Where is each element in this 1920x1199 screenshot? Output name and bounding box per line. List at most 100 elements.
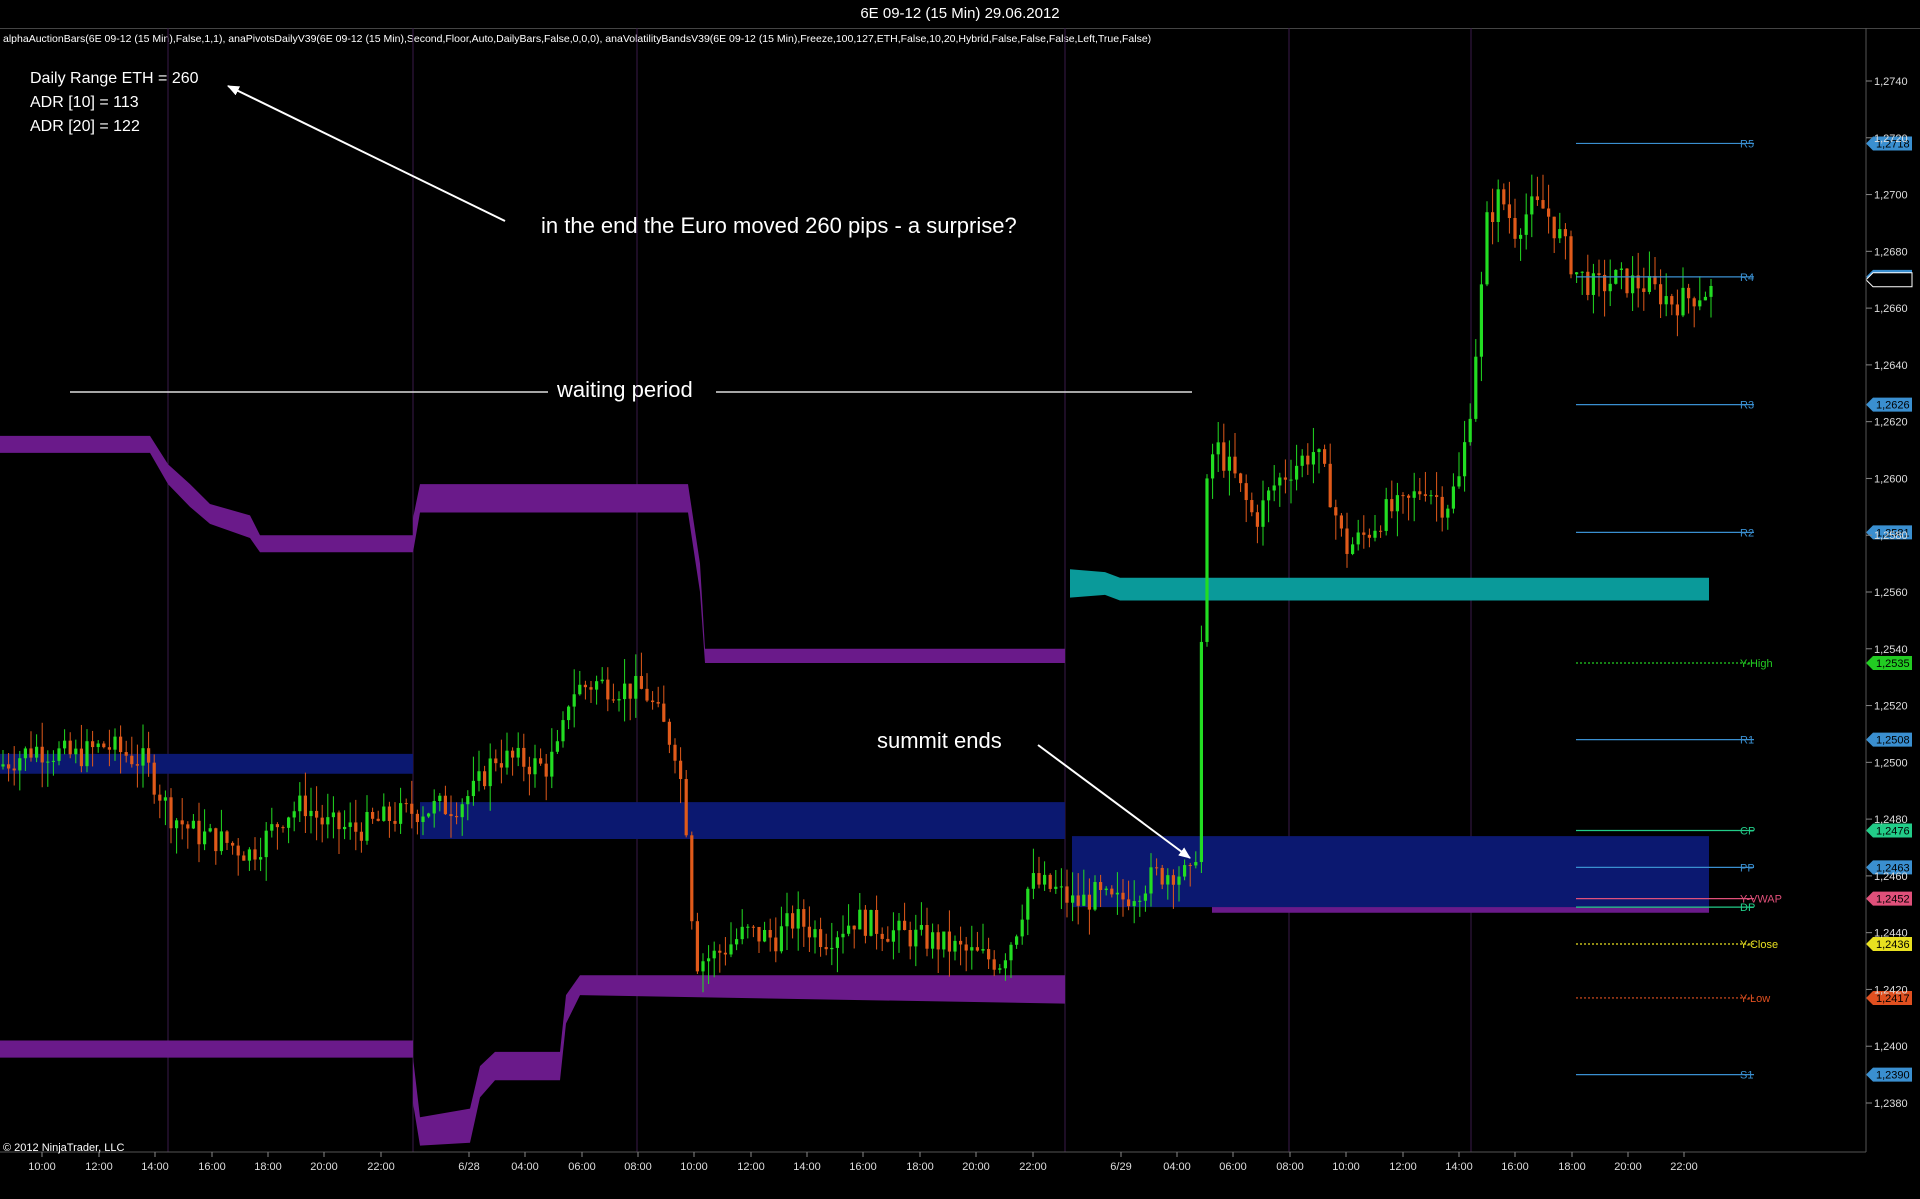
candle-body	[432, 801, 436, 814]
candle-body	[141, 748, 145, 766]
candle-body	[1479, 284, 1483, 357]
upper-band-day1	[0, 435, 413, 553]
price-tick-label: 1,2620	[1874, 417, 1908, 429]
candle-body	[163, 797, 167, 801]
time-tick-label: 14:00	[1445, 1161, 1473, 1173]
pivot-label-r2: R2	[1740, 527, 1754, 539]
candle-body	[1194, 862, 1198, 866]
candle-body	[1586, 271, 1590, 295]
pivot-label-pp: PP	[1740, 862, 1755, 874]
candle-body	[1373, 530, 1377, 538]
surprise-arrow	[227, 85, 506, 222]
candle-body	[1563, 229, 1567, 237]
candle-body	[852, 925, 856, 930]
navy-band-day1	[0, 753, 413, 774]
candle-body	[1608, 283, 1612, 292]
candle-body	[264, 830, 268, 858]
price-tag-label: 1,2535	[1876, 658, 1910, 670]
price-tick-label: 1,2420	[1874, 984, 1908, 996]
candle-body	[1071, 895, 1075, 903]
candle-body	[1575, 272, 1579, 275]
waiting-period-annotation: waiting period	[557, 377, 693, 402]
candle-body	[253, 849, 257, 860]
summit-ends-annotation: summit ends	[877, 728, 1002, 753]
window-titlebar: 6E 09-12 (15 Min) 29.06.2012	[0, 0, 1920, 29]
candle-body	[1664, 296, 1668, 305]
price-tick-label: 1,2440	[1874, 928, 1908, 940]
price-chart[interactable]: R51,2718R41,2670R31,2626R21,2581Y-High1,…	[0, 28, 1920, 1199]
candle-body	[315, 810, 319, 818]
candle-body	[947, 931, 951, 952]
price-tick-label: 1,2560	[1874, 587, 1908, 599]
candle-body	[348, 822, 352, 827]
candle-body	[1211, 454, 1215, 479]
price-tick-label: 1,2380	[1874, 1098, 1908, 1110]
candle-body	[197, 820, 201, 845]
candle-body	[1166, 875, 1170, 885]
candle-body	[735, 939, 739, 945]
time-tick-label: 22:00	[1670, 1161, 1698, 1173]
candle-body	[393, 821, 397, 824]
candle-body	[1015, 936, 1019, 945]
candle-body	[1160, 867, 1164, 885]
candle-body	[1390, 499, 1394, 512]
candle-body	[1317, 449, 1321, 453]
candle-body	[455, 816, 459, 818]
time-tick-label: 18:00	[1558, 1161, 1586, 1173]
candle-body	[236, 845, 240, 856]
candle-body	[1, 764, 5, 767]
candle-body	[449, 814, 453, 817]
candle-body	[180, 820, 184, 825]
time-tick-label: 12:00	[1389, 1161, 1417, 1173]
candle-body	[953, 940, 957, 952]
candle-body	[1513, 218, 1517, 239]
annotation-arrows	[70, 85, 1192, 859]
candle-body	[981, 949, 985, 951]
candle-body	[1435, 495, 1439, 497]
candle-body	[1244, 483, 1248, 501]
candle-body	[667, 721, 671, 745]
candle-body	[701, 961, 705, 972]
candle-body	[1407, 495, 1411, 498]
candle-body	[891, 930, 895, 942]
candle-body	[147, 748, 151, 763]
candle-body	[634, 676, 638, 699]
time-tick-label: 16:00	[1501, 1161, 1529, 1173]
candle-body	[1412, 491, 1416, 498]
price-tick-label: 1,2720	[1874, 133, 1908, 145]
candle-body	[1199, 641, 1203, 863]
candle-body	[1222, 442, 1226, 471]
candle-body	[1468, 418, 1472, 443]
candle-body	[1395, 495, 1399, 512]
candle-body	[1356, 532, 1360, 545]
candle-body	[1278, 477, 1282, 486]
time-tick-label: 10:00	[28, 1161, 56, 1173]
candle-body	[376, 818, 380, 821]
candle-body	[1076, 895, 1080, 906]
candle-body	[29, 748, 33, 758]
candle-body	[835, 937, 839, 948]
candle-body	[858, 909, 862, 930]
price-tick-label: 1,2740	[1874, 76, 1908, 88]
candle-body	[410, 803, 414, 814]
candle-body	[684, 779, 688, 836]
price-tick-label: 1,2580	[1874, 530, 1908, 542]
candle-body	[819, 929, 823, 948]
time-tick-label: 18:00	[254, 1161, 282, 1173]
candle-body	[729, 944, 733, 955]
candle-body	[673, 744, 677, 761]
candle-body	[191, 820, 195, 829]
surprise-annotation: in the end the Euro moved 260 pips - a s…	[541, 213, 1017, 238]
candle-body	[1367, 534, 1371, 538]
candle-body	[1597, 273, 1601, 275]
candle-body	[35, 746, 39, 758]
candle-body	[1059, 886, 1063, 888]
candle-body	[270, 824, 274, 831]
candle-body	[813, 929, 817, 938]
time-tick-label: 12:00	[737, 1161, 765, 1173]
candle-body	[567, 706, 571, 721]
candle-body	[1362, 532, 1366, 535]
candle-body	[1233, 456, 1237, 474]
candle-body	[415, 813, 419, 823]
candle-body	[23, 748, 27, 759]
